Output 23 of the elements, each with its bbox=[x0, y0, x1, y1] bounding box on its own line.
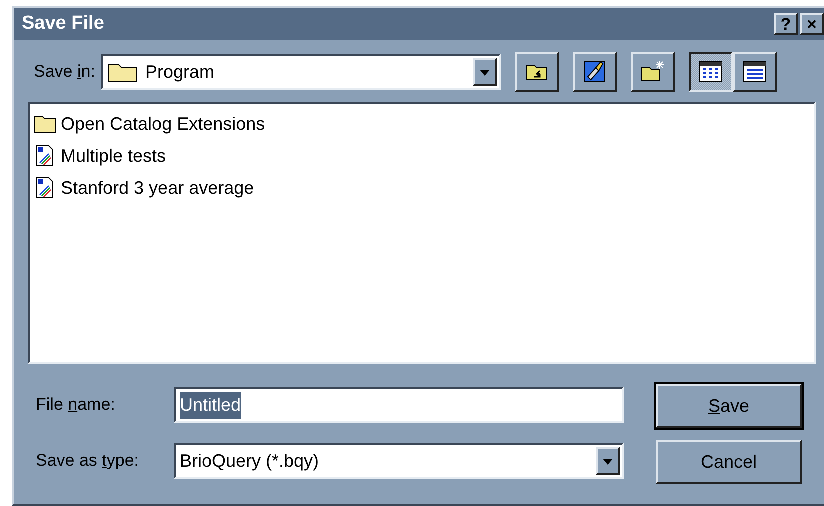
list-view-icon bbox=[698, 59, 724, 85]
details-view-button[interactable] bbox=[733, 52, 778, 92]
file-name-field[interactable]: Untitled bbox=[174, 387, 624, 423]
desktop-button[interactable] bbox=[573, 52, 618, 92]
file-list-item[interactable]: Stanford 3 year average bbox=[34, 172, 810, 204]
desktop-icon bbox=[582, 59, 608, 85]
details-view-icon bbox=[742, 59, 768, 85]
window-title: Save File bbox=[22, 12, 106, 36]
new-folder-button[interactable] bbox=[631, 52, 676, 92]
file-list-item[interactable]: Open Catalog Extensions bbox=[34, 108, 810, 140]
save-as-type-dropdown[interactable]: BrioQuery (*.bqy) bbox=[174, 443, 624, 479]
selected-text: Untitled bbox=[180, 392, 242, 418]
file-list-item[interactable]: Multiple tests bbox=[34, 140, 810, 172]
close-button[interactable]: × bbox=[800, 13, 824, 35]
save-as-type-label: Save as type: bbox=[36, 450, 140, 472]
cancel-button[interactable]: Cancel bbox=[656, 440, 802, 484]
save-button[interactable]: Save bbox=[656, 384, 802, 428]
list-view-button[interactable] bbox=[689, 52, 734, 92]
help-button[interactable]: ? bbox=[774, 13, 798, 35]
file-name-label: File name: bbox=[36, 394, 116, 416]
up-folder-button[interactable] bbox=[515, 52, 560, 92]
save-in-dropdown[interactable]: Program bbox=[101, 54, 502, 90]
save-in-label: Save in: bbox=[34, 61, 96, 84]
